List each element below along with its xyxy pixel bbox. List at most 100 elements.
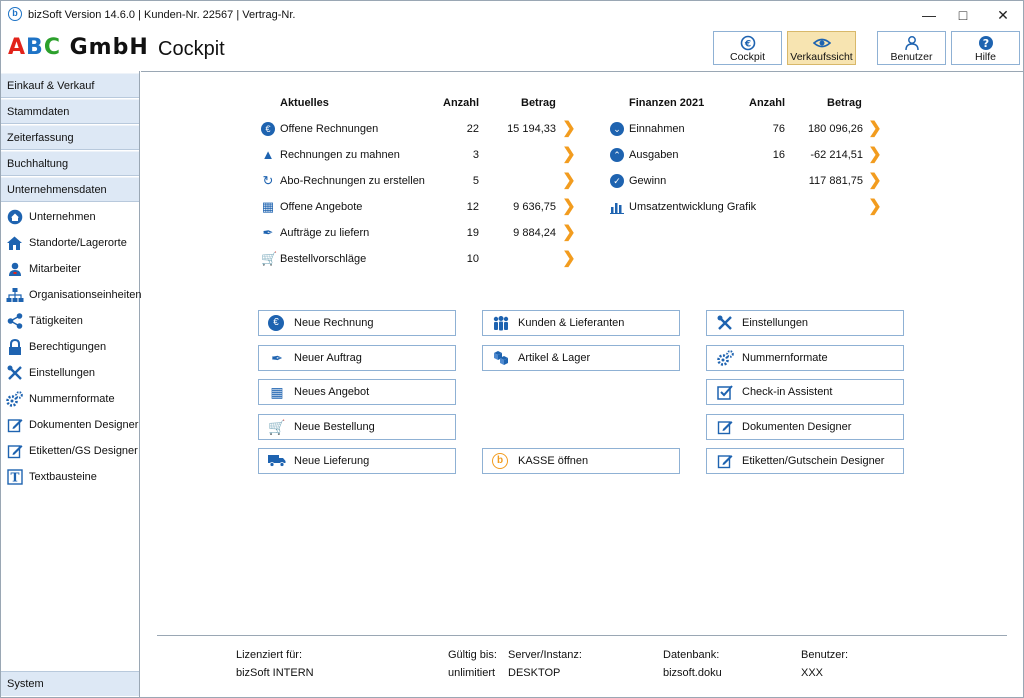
lizenziert-label: Lizenziert für: — [236, 649, 303, 661]
sidebar-cat-unternehmensdaten[interactable]: Unternehmensdaten — [1, 177, 139, 202]
neue-rechnung-button[interactable]: € Neue Rechnung — [258, 310, 456, 336]
datenbank-label: Datenbank: — [663, 649, 720, 661]
truck-icon — [268, 453, 286, 469]
neue-bestellung-button[interactable]: 🛒 Neue Bestellung — [258, 414, 456, 440]
edit-document-icon — [716, 419, 734, 435]
sidebar-item-unternehmen[interactable]: Unternehmen — [1, 204, 139, 230]
benutzer-button[interactable]: Benutzer — [877, 31, 946, 65]
footer-divider — [157, 635, 1007, 636]
kasse-oeffnen-button[interactable]: b KASSE öffnen — [482, 448, 680, 474]
kunden-lieferanten-button[interactable]: Kunden & Lieferanten — [482, 310, 680, 336]
neuer-auftrag-button[interactable]: ✒ Neuer Auftrag — [258, 345, 456, 371]
dokumenten-designer-button[interactable]: Dokumenten Designer — [706, 414, 904, 440]
tools-icon — [716, 315, 734, 331]
euro-icon: € — [261, 122, 275, 136]
sidebar-item-dokumenten-designer[interactable]: Dokumenten Designer — [1, 412, 139, 438]
boxes-icon — [492, 350, 510, 366]
recurring-icon: ↻ — [261, 173, 275, 188]
sidebar-item-textbausteine[interactable]: T Textbausteine — [1, 464, 139, 490]
sidebar-item-nummernformate[interactable]: Nummernformate — [1, 386, 139, 412]
sidebar-item-taetigkeiten[interactable]: Tätigkeiten — [1, 308, 139, 334]
gears-icon — [716, 350, 734, 366]
finanzen-anzahl-header: Anzahl — [749, 97, 786, 109]
aktuelles-row-bestellvorschlaege[interactable]: 🛒 Bestellvorschläge 10 ❯ — [259, 249, 589, 269]
cart-icon: 🛒 — [268, 419, 286, 435]
sidebar-cat-einkauf-verkauf[interactable]: Einkauf & Verkauf — [1, 73, 139, 98]
finanzen-row-ausgaben[interactable]: ⌃ Ausgaben 16 -62 214,51 ❯ — [608, 145, 898, 165]
house-icon — [6, 235, 23, 252]
hilfe-button[interactable]: ? Hilfe — [951, 31, 1020, 65]
chevron-right-icon[interactable]: ❯ — [562, 223, 576, 243]
sidebar-cat-stammdaten[interactable]: Stammdaten — [1, 99, 139, 124]
benutzer-label: Benutzer: — [801, 649, 849, 661]
chevron-right-icon[interactable]: ❯ — [868, 197, 882, 217]
help-icon: ? — [952, 35, 1019, 51]
aktuelles-row-abo[interactable]: ↻ Abo-Rechnungen zu erstellen 5 ❯ — [259, 171, 589, 191]
neue-lieferung-button[interactable]: Neue Lieferung — [258, 448, 456, 474]
user-icon — [878, 35, 945, 51]
sidebar-item-berechtigungen[interactable]: Berechtigungen — [1, 334, 139, 360]
verkaufssicht-button[interactable]: Verkaufssicht — [787, 31, 856, 65]
title-bar: b bizSoft Version 14.6.0 | Kunden-Nr. 22… — [1, 1, 1023, 29]
people-icon — [492, 315, 510, 331]
signature-icon: ✒ — [261, 225, 275, 240]
chevron-up-circle-icon: ⌃ — [610, 148, 624, 162]
chevron-right-icon[interactable]: ❯ — [562, 119, 576, 139]
euro-circle-icon: € — [714, 35, 781, 51]
server-value: DESKTOP — [508, 667, 561, 679]
share-nodes-icon — [6, 313, 23, 330]
check-in-assistent-button[interactable]: Check-in Assistent — [706, 379, 904, 405]
aktuelles-row-offene-rechnungen[interactable]: € Offene Rechnungen 22 15 194,33 ❯ — [259, 119, 589, 139]
check-circle-icon: ✓ — [610, 174, 624, 188]
sidebar-item-standorte[interactable]: Standorte/Lagerorte — [1, 230, 139, 256]
aktuelles-row-angebote[interactable]: ▦ Offene Angebote 12 9 636,75 ❯ — [259, 197, 589, 217]
chevron-right-icon[interactable]: ❯ — [562, 171, 576, 191]
main-content: Aktuelles Anzahl Betrag € Offene Rechnun… — [141, 71, 1023, 697]
sidebar: Einkauf & Verkauf Stammdaten Zeiterfassu… — [1, 71, 142, 697]
aktuelles-row-mahnen[interactable]: ▲ Rechnungen zu mahnen 3 ❯ — [259, 145, 589, 165]
eye-icon — [788, 35, 855, 51]
chevron-right-icon[interactable]: ❯ — [868, 171, 882, 191]
tools-icon — [6, 365, 23, 382]
edit-document-icon — [6, 417, 23, 434]
sidebar-item-mitarbeiter[interactable]: Mitarbeiter — [1, 256, 139, 282]
chevron-right-icon[interactable]: ❯ — [562, 249, 576, 269]
aktuelles-row-auftraege[interactable]: ✒ Aufträge zu liefern 19 9 884,24 ❯ — [259, 223, 589, 243]
einstellungen-button[interactable]: Einstellungen — [706, 310, 904, 336]
sidebar-cat-zeiterfassung[interactable]: Zeiterfassung — [1, 125, 139, 150]
chevron-right-icon[interactable]: ❯ — [868, 145, 882, 165]
finanzen-row-einnahmen[interactable]: ⌄ Einnahmen 76 180 096,26 ❯ — [608, 119, 898, 139]
org-chart-icon — [6, 287, 24, 304]
page-title: Cockpit — [158, 38, 225, 60]
lock-icon — [6, 338, 23, 356]
svg-text:€: € — [743, 40, 750, 50]
neues-angebot-button[interactable]: ▦ Neues Angebot — [258, 379, 456, 405]
chevron-right-icon[interactable]: ❯ — [562, 197, 576, 217]
gueltig-value: unlimitiert — [448, 667, 496, 679]
sidebar-cat-system[interactable]: System — [1, 671, 139, 696]
signature-icon: ✒ — [271, 350, 283, 366]
cockpit-button[interactable]: € Cockpit — [713, 31, 782, 65]
close-icon[interactable]: ✕ — [983, 1, 1023, 29]
finanzen-row-umsatzentwicklung[interactable]: Umsatzentwicklung Grafik ❯ — [608, 197, 898, 217]
chevron-right-icon[interactable]: ❯ — [562, 145, 576, 165]
benutzer-value: XXX — [801, 667, 824, 679]
finanzen-row-gewinn[interactable]: ✓ Gewinn 117 881,75 ❯ — [608, 171, 898, 191]
sidebar-item-organisationseinheiten[interactable]: Organisationseinheiten — [1, 282, 142, 308]
sidebar-item-etiketten-designer[interactable]: Etiketten/GS Designer — [1, 438, 139, 464]
datenbank-value: bizsoft.doku — [663, 667, 722, 679]
artikel-lager-button[interactable]: Artikel & Lager — [482, 345, 680, 371]
lizenziert-value: bizSoft INTERN — [236, 667, 314, 679]
sidebar-cat-buchhaltung[interactable]: Buchhaltung — [1, 151, 139, 176]
maximize-icon[interactable]: □ — [943, 1, 983, 29]
etiketten-gutschein-designer-button[interactable]: Etiketten/Gutschein Designer — [706, 448, 904, 474]
euro-icon: € — [268, 315, 284, 331]
chevron-right-icon[interactable]: ❯ — [868, 119, 882, 139]
app-logo-icon: b — [8, 7, 22, 21]
edit-label-icon — [716, 453, 734, 469]
sidebar-item-einstellungen[interactable]: Einstellungen — [1, 360, 139, 386]
svg-text:T: T — [10, 471, 19, 485]
nummernformate-button[interactable]: Nummernformate — [706, 345, 904, 371]
cart-icon: 🛒 — [261, 251, 278, 266]
finanzen-heading: Finanzen 2021 — [629, 97, 705, 109]
